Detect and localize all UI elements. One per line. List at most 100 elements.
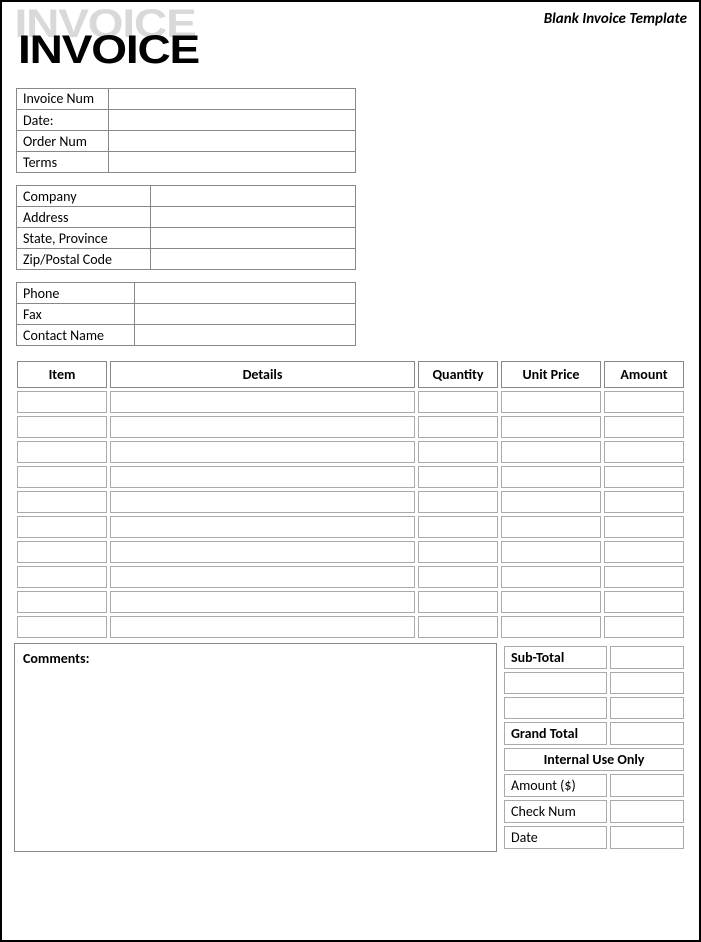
cell-quantity[interactable]: [418, 566, 498, 588]
cell-unit_price[interactable]: [501, 441, 601, 463]
cell-amount[interactable]: [604, 566, 684, 588]
cell-details[interactable]: [110, 591, 415, 613]
invoice-num-label: Invoice Num: [17, 89, 109, 109]
cell-item[interactable]: [17, 616, 107, 638]
order-num-field[interactable]: [109, 131, 355, 151]
grand-total-label: Grand Total: [504, 722, 607, 745]
cell-quantity[interactable]: [418, 416, 498, 438]
subtotal-field[interactable]: [610, 646, 684, 669]
table-row: [17, 466, 684, 488]
totals-blank1-label[interactable]: [504, 672, 607, 694]
cell-details[interactable]: [110, 616, 415, 638]
cell-item[interactable]: [17, 491, 107, 513]
cell-amount[interactable]: [604, 391, 684, 413]
cell-unit_price[interactable]: [501, 391, 601, 413]
table-row: [17, 566, 684, 588]
phone-field[interactable]: [135, 283, 355, 303]
cell-quantity[interactable]: [418, 616, 498, 638]
cell-amount[interactable]: [604, 416, 684, 438]
totals-blank2-field[interactable]: [610, 697, 684, 719]
cell-details[interactable]: [110, 566, 415, 588]
table-row: [17, 541, 684, 563]
cell-unit_price[interactable]: [501, 616, 601, 638]
table-row: [17, 516, 684, 538]
company-label: Company: [17, 186, 151, 206]
cell-quantity[interactable]: [418, 591, 498, 613]
cell-amount[interactable]: [604, 541, 684, 563]
contact-field[interactable]: [135, 325, 355, 345]
cell-item[interactable]: [17, 541, 107, 563]
table-row: [17, 591, 684, 613]
col-header-item: Item: [17, 361, 107, 388]
internal-check-field[interactable]: [610, 800, 684, 823]
cell-amount[interactable]: [604, 466, 684, 488]
cell-amount[interactable]: [604, 441, 684, 463]
cell-unit_price[interactable]: [501, 466, 601, 488]
zip-label: Zip/Postal Code: [17, 249, 151, 269]
company-field[interactable]: [151, 186, 355, 206]
comments-label: Comments:: [23, 650, 89, 667]
zip-field[interactable]: [151, 249, 355, 269]
cell-unit_price[interactable]: [501, 566, 601, 588]
subtotal-label: Sub-Total: [504, 646, 607, 669]
cell-unit_price[interactable]: [501, 541, 601, 563]
cell-item[interactable]: [17, 391, 107, 413]
state-field[interactable]: [151, 228, 355, 248]
cell-amount[interactable]: [604, 616, 684, 638]
cell-quantity[interactable]: [418, 516, 498, 538]
internal-use-label: Internal Use Only: [504, 748, 684, 771]
date-label: Date:: [17, 110, 109, 130]
date-field[interactable]: [109, 110, 355, 130]
cell-item[interactable]: [17, 466, 107, 488]
items-table: Item Details Quantity Unit Price Amount: [14, 358, 687, 641]
totals-blank1-field[interactable]: [610, 672, 684, 694]
cell-details[interactable]: [110, 416, 415, 438]
terms-label: Terms: [17, 152, 109, 172]
cell-details[interactable]: [110, 441, 415, 463]
cell-amount[interactable]: [604, 491, 684, 513]
table-row: [17, 416, 684, 438]
cell-details[interactable]: [110, 491, 415, 513]
invoice-num-field[interactable]: [109, 89, 355, 109]
cell-amount[interactable]: [604, 516, 684, 538]
order-num-label: Order Num: [17, 131, 109, 151]
cell-item[interactable]: [17, 566, 107, 588]
internal-amount-field[interactable]: [610, 774, 684, 797]
cell-details[interactable]: [110, 541, 415, 563]
cell-unit_price[interactable]: [501, 491, 601, 513]
address-field[interactable]: [151, 207, 355, 227]
fax-field[interactable]: [135, 304, 355, 324]
cell-quantity[interactable]: [418, 541, 498, 563]
col-header-unit-price: Unit Price: [501, 361, 601, 388]
company-info-block: Company Address State, Province Zip/Post…: [16, 185, 356, 270]
cell-item[interactable]: [17, 516, 107, 538]
cell-unit_price[interactable]: [501, 591, 601, 613]
comments-box[interactable]: Comments:: [14, 643, 497, 852]
table-row: [17, 441, 684, 463]
internal-check-label: Check Num: [504, 800, 607, 823]
cell-unit_price[interactable]: [501, 416, 601, 438]
invoice-page: Blank Invoice Template INVOICE INVOICE I…: [0, 0, 701, 942]
cell-item[interactable]: [17, 416, 107, 438]
cell-item[interactable]: [17, 441, 107, 463]
cell-details[interactable]: [110, 391, 415, 413]
terms-field[interactable]: [109, 152, 355, 172]
cell-quantity[interactable]: [418, 441, 498, 463]
phone-label: Phone: [17, 283, 135, 303]
table-row: [17, 391, 684, 413]
grand-total-field[interactable]: [610, 722, 684, 745]
cell-item[interactable]: [17, 591, 107, 613]
cell-quantity[interactable]: [418, 491, 498, 513]
cell-details[interactable]: [110, 466, 415, 488]
cell-amount[interactable]: [604, 591, 684, 613]
cell-quantity[interactable]: [418, 466, 498, 488]
state-label: State, Province: [17, 228, 151, 248]
col-header-quantity: Quantity: [418, 361, 498, 388]
col-header-amount: Amount: [604, 361, 684, 388]
internal-date-field[interactable]: [610, 826, 684, 849]
totals-column: Sub-Total Grand Total Internal Use Only: [501, 643, 687, 852]
cell-quantity[interactable]: [418, 391, 498, 413]
cell-details[interactable]: [110, 516, 415, 538]
cell-unit_price[interactable]: [501, 516, 601, 538]
totals-blank2-label[interactable]: [504, 697, 607, 719]
